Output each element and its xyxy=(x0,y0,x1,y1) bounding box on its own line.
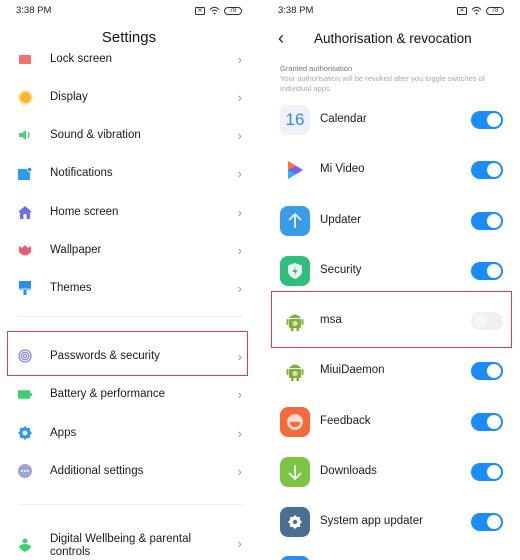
security-shield-icon xyxy=(280,256,310,286)
wifi-icon xyxy=(209,6,220,15)
settings-item-wallpaper[interactable]: Wallpaper › xyxy=(0,231,258,269)
sun-icon xyxy=(18,90,32,104)
back-button[interactable]: ‹ xyxy=(278,28,284,49)
app-row-security: Security xyxy=(262,246,520,296)
settings-item-label: Additional settings xyxy=(50,465,144,477)
app-label: MiuiDaemon xyxy=(320,364,385,376)
feedback-icon xyxy=(280,407,310,437)
settings-item-label: Home screen xyxy=(50,206,119,218)
app-row-updater: Updater xyxy=(262,196,520,246)
sim-x-icon: ✕ xyxy=(457,6,467,15)
mi-video-toggle[interactable] xyxy=(471,161,503,179)
tulip-icon xyxy=(18,243,32,257)
chevron-right-icon: › xyxy=(237,127,242,143)
wifi-icon xyxy=(471,6,482,15)
battery-status-icon: 78 xyxy=(486,6,504,15)
settings-item-label: Battery & performance xyxy=(50,388,166,400)
system-updater-gear-icon xyxy=(280,507,310,537)
settings-item-battery[interactable]: Battery & performance › xyxy=(0,375,258,413)
calendar-icon-date: 16 xyxy=(285,110,305,129)
highlight-box-passwords xyxy=(7,331,248,376)
wellbeing-icon xyxy=(18,538,32,552)
gear-icon xyxy=(18,426,32,440)
notification-icon xyxy=(18,166,32,180)
settings-item-additional[interactable]: Additional settings › xyxy=(0,452,258,490)
chevron-right-icon: › xyxy=(237,425,242,441)
page-title: Authorisation & revocation xyxy=(314,31,472,46)
status-bar: 3:38 PM ✕ 78 xyxy=(278,5,504,19)
battery-status-icon: 78 xyxy=(224,6,242,15)
chevron-right-icon: › xyxy=(237,280,242,296)
settings-item-digital-wellbeing[interactable]: Digital Wellbeing & parental controls › xyxy=(0,528,258,560)
app-label: Mi Video xyxy=(320,163,365,175)
settings-item-label: Wallpaper xyxy=(50,244,102,256)
settings-item-home-screen[interactable]: Home screen › xyxy=(0,193,258,231)
app-label: System app updater xyxy=(320,515,423,527)
app-label: Feedback xyxy=(320,415,371,427)
section-header: Granted authorisation xyxy=(280,64,353,73)
settings-item-label: Notifications xyxy=(50,167,113,179)
app-row-downloads: Downloads xyxy=(262,447,520,497)
app-label: Downloads xyxy=(320,465,377,477)
app-row-feedback: Feedback xyxy=(262,397,520,447)
settings-item-themes[interactable]: Themes › xyxy=(0,269,258,307)
section-divider xyxy=(18,316,244,317)
chevron-right-icon: › xyxy=(237,242,242,258)
settings-item-label: Display xyxy=(50,91,88,103)
section-divider xyxy=(18,504,244,505)
app-row-system-app-updater: System app updater xyxy=(262,497,520,547)
settings-item-lock-screen[interactable]: Lock screen › xyxy=(0,40,258,78)
home-icon xyxy=(18,205,32,219)
more-icon xyxy=(18,464,32,478)
feedback-toggle[interactable] xyxy=(471,413,503,431)
settings-item-sound[interactable]: Sound & vibration › xyxy=(0,116,258,154)
app-row-miuidaemon: MiuiDaemon xyxy=(262,346,520,396)
downloads-icon xyxy=(280,457,310,487)
chevron-right-icon: › xyxy=(237,165,242,181)
battery-icon xyxy=(18,387,32,401)
chevron-right-icon: › xyxy=(237,89,242,105)
settings-item-notifications[interactable]: Notifications › xyxy=(0,154,258,192)
chevron-right-icon: › xyxy=(237,463,242,479)
updater-icon xyxy=(280,206,310,236)
status-bar: 3:38 PM ✕ 78 xyxy=(16,5,242,19)
section-description: Your authorisation will be revoked after… xyxy=(280,74,485,93)
status-time: 3:38 PM xyxy=(278,5,314,16)
settings-item-label: Apps xyxy=(50,427,77,439)
mi-video-icon xyxy=(280,155,310,185)
settings-item-apps[interactable]: Apps › xyxy=(0,414,258,452)
app-label: Security xyxy=(320,264,362,276)
calendar-icon: 16 xyxy=(280,105,310,135)
chevron-right-icon: › xyxy=(237,51,242,67)
chevron-right-icon: › xyxy=(237,536,242,551)
app-row-mi-video: Mi Video xyxy=(262,145,520,195)
app-row-calendar: 16 Calendar xyxy=(262,95,520,145)
calendar-toggle[interactable] xyxy=(471,111,503,129)
highlight-box-msa xyxy=(271,291,512,348)
lock-screen-icon xyxy=(18,52,32,66)
settings-item-label: Lock screen xyxy=(50,53,113,65)
settings-item-label: Digital Wellbeing & parental controls xyxy=(50,533,192,558)
chevron-right-icon: › xyxy=(237,386,242,402)
downloads-toggle[interactable] xyxy=(471,463,503,481)
app-label: Updater xyxy=(320,214,361,226)
sim-x-icon: ✕ xyxy=(195,6,205,15)
speaker-icon xyxy=(18,128,32,142)
settings-item-display[interactable]: Display › xyxy=(0,78,258,116)
settings-item-label: Themes xyxy=(50,282,92,294)
chevron-right-icon: › xyxy=(237,204,242,220)
updater-toggle[interactable] xyxy=(471,212,503,230)
system-app-updater-toggle[interactable] xyxy=(471,513,503,531)
settings-panel: 3:38 PM ✕ 78 Settings Lock screen › Disp… xyxy=(0,0,258,560)
next-app-icon-partial xyxy=(280,556,310,560)
authorisation-panel: 3:38 PM ✕ 78 ‹ Authorisation & revocatio… xyxy=(262,0,520,560)
android-icon xyxy=(280,356,310,386)
security-toggle[interactable] xyxy=(471,262,503,280)
app-label: Calendar xyxy=(320,113,367,125)
status-time: 3:38 PM xyxy=(16,5,52,16)
settings-item-label: Sound & vibration xyxy=(50,129,141,141)
brush-icon xyxy=(18,281,32,295)
miuidaemon-toggle[interactable] xyxy=(471,362,503,380)
